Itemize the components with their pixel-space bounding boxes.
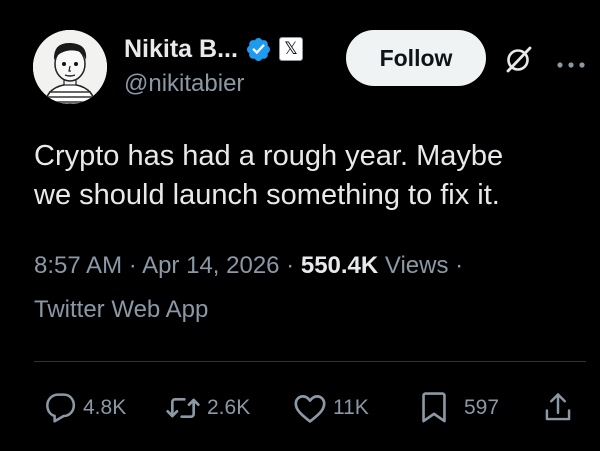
avatar[interactable]: [33, 30, 107, 104]
affiliation-badge-glyph: 𝕏: [284, 38, 298, 59]
bookmark-count: 597: [464, 396, 500, 419]
meta-separator: ·: [279, 252, 301, 279]
like-count: 11K: [333, 396, 369, 419]
reply-button[interactable]: 4.8K: [45, 390, 126, 426]
tweet-time[interactable]: 8:57 AM: [34, 252, 122, 279]
like-icon: [294, 395, 326, 423]
divider: [34, 361, 586, 362]
tweet-text-line: Crypto has had a rough year. Maybe: [34, 140, 504, 172]
grok-icon[interactable]: [505, 45, 533, 73]
reply-count: 4.8K: [83, 396, 127, 419]
bookmark-button[interactable]: 597: [418, 390, 499, 426]
bookmark-icon: [422, 392, 446, 423]
verified-badge-icon[interactable]: [245, 36, 272, 63]
follow-button[interactable]: Follow: [346, 30, 486, 86]
repost-count: 2.6K: [207, 396, 251, 419]
meta-separator: ·: [122, 252, 143, 279]
meta-separator: ·: [448, 252, 464, 279]
tweet-text-line: we should launch something to fix it.: [34, 179, 500, 211]
share-button[interactable]: [543, 390, 573, 426]
tweet: Nikita B... 𝕏 @nikitabier Follow Crypto …: [0, 0, 600, 451]
tweet-meta: 8:57 AM · Apr 14, 2026 · 550.4K Views ·: [34, 252, 463, 280]
reply-icon: [46, 393, 76, 423]
author-display-name[interactable]: Nikita B...: [124, 35, 238, 64]
tweet-source: Twitter Web App: [34, 296, 209, 323]
author-handle[interactable]: @nikitabier: [124, 70, 244, 98]
x-affiliation-icon[interactable]: 𝕏: [278, 37, 303, 61]
like-button[interactable]: 11K: [293, 390, 369, 426]
share-icon: [545, 393, 571, 421]
more-icon[interactable]: [556, 56, 586, 68]
views-count[interactable]: 550.4K: [301, 252, 378, 279]
views-label: Views: [378, 252, 449, 279]
tweet-text: Crypto has had a rough year. Maybe we sh…: [34, 137, 574, 215]
tweet-date[interactable]: Apr 14, 2026: [142, 252, 279, 279]
author-name-row: Nikita B... 𝕏: [124, 34, 303, 64]
repost-icon: [166, 398, 200, 418]
repost-button[interactable]: 2.6K: [165, 390, 250, 426]
